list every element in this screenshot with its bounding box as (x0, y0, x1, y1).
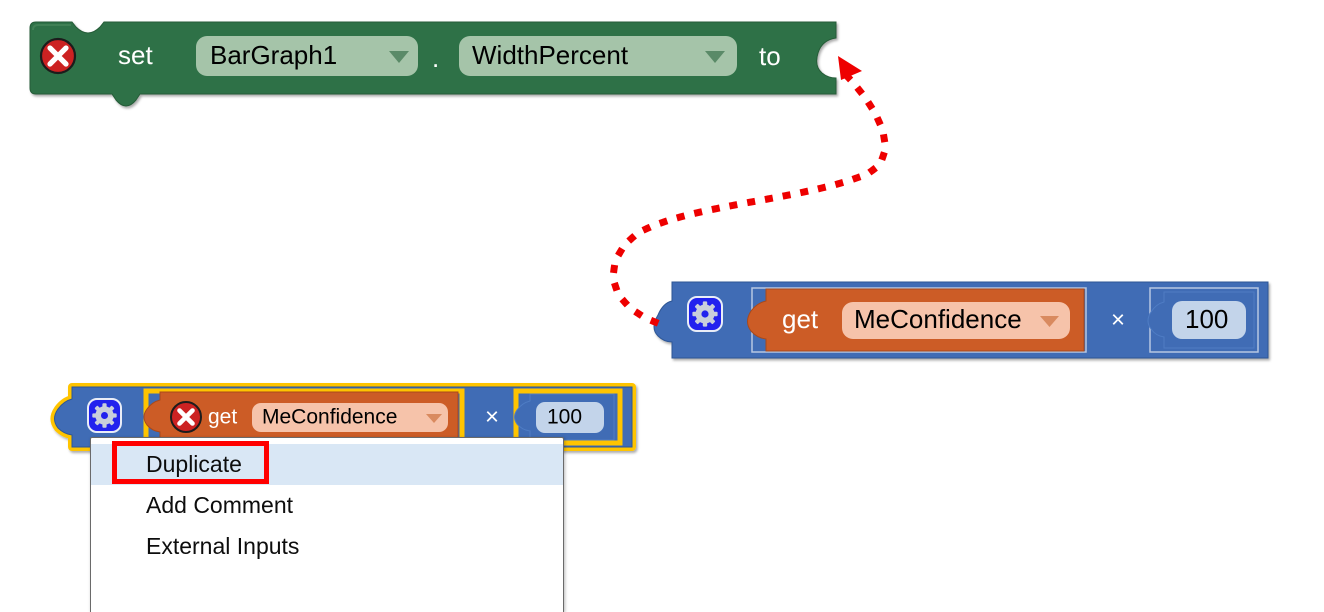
variable-dropdown-value: MeConfidence (854, 304, 1022, 334)
empty-value-socket[interactable] (812, 36, 838, 78)
multiply-operator-symbol: × (1111, 306, 1125, 333)
number-block-value[interactable]: 100 (1185, 304, 1228, 334)
property-dropdown-value: WidthPercent (472, 40, 629, 70)
gear-icon[interactable] (687, 296, 723, 332)
get-variable-block[interactable]: get MeConfidence (143, 391, 459, 443)
get-keyword-label: get (208, 406, 237, 429)
menu-item-add-comment[interactable]: Add Comment (91, 485, 563, 526)
number-block[interactable]: 100 (1147, 291, 1255, 349)
error-x-icon[interactable] (39, 37, 77, 75)
to-keyword-label: to (759, 41, 781, 71)
menu-item-external-inputs[interactable]: External Inputs (91, 526, 563, 567)
error-x-icon[interactable] (170, 401, 202, 433)
gear-icon[interactable] (87, 398, 122, 433)
setter-keyword-label: set (118, 40, 153, 70)
get-keyword-label: get (782, 304, 819, 334)
number-block-value[interactable]: 100 (547, 406, 582, 429)
get-variable-block[interactable]: get MeConfidence (747, 288, 1085, 352)
component-dropdown-value: BarGraph1 (210, 40, 337, 70)
dot-separator: . (432, 43, 439, 73)
menu-item-duplicate[interactable]: Duplicate (91, 444, 563, 485)
property-dropdown-field[interactable]: WidthPercent (459, 36, 737, 76)
set-bargraph1-widthpercent-block[interactable]: set BarGraph1 . WidthPercent to (29, 21, 838, 107)
variable-dropdown-field[interactable]: MeConfidence (842, 302, 1070, 339)
variable-dropdown-value: MeConfidence (262, 406, 397, 429)
variable-dropdown-field[interactable]: MeConfidence (252, 403, 448, 432)
multiply-operator-symbol: × (485, 403, 499, 430)
component-dropdown-field[interactable]: BarGraph1 (196, 36, 418, 76)
blocks-workspace-canvas[interactable]: set BarGraph1 . WidthPercent to get MeCo… (0, 0, 1324, 612)
multiply-block-detached[interactable]: get MeConfidence × 100 (653, 281, 1269, 359)
block-context-menu[interactable]: Duplicate Add Comment External Inputs (90, 437, 564, 612)
